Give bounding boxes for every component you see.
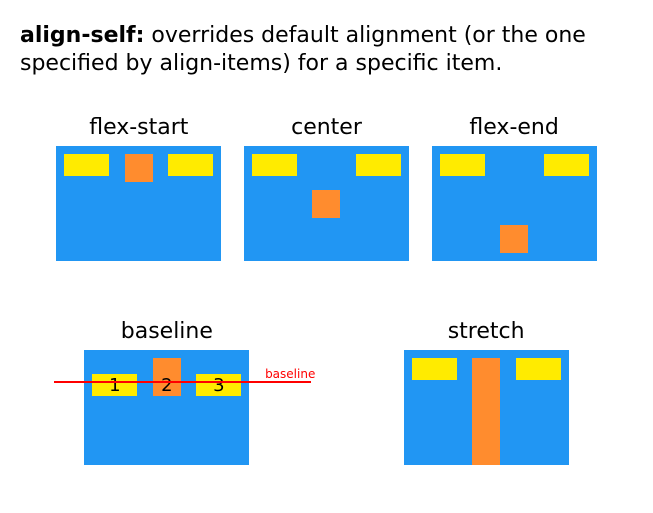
example-baseline: baseline 1 2 3 <box>84 319 249 465</box>
example-title-baseline: baseline <box>84 319 249 344</box>
flex-container <box>56 146 221 261</box>
flex-item <box>168 154 213 176</box>
flex-item-2-highlight: 2 <box>153 358 181 396</box>
headline-property: align-self: <box>20 23 144 48</box>
example-title-flex-start: flex-start <box>56 115 221 140</box>
flex-item <box>544 154 589 176</box>
example-title-center: center <box>244 115 409 140</box>
flex-item-highlight <box>312 190 340 218</box>
flex-container <box>432 146 597 261</box>
example-flex-start: flex-start <box>56 115 221 261</box>
flex-item <box>252 154 297 176</box>
flex-container <box>244 146 409 261</box>
flex-item-highlight <box>125 154 153 182</box>
example-stretch: stretch <box>404 319 569 465</box>
example-title-stretch: stretch <box>404 319 569 344</box>
example-flex-end: flex-end <box>432 115 597 261</box>
flex-item-3: 3 <box>196 374 241 396</box>
flex-item-highlight <box>500 225 528 253</box>
headline: align-self: overrides default alignment … <box>20 22 633 77</box>
flex-item <box>516 358 561 380</box>
flex-container: 1 2 3 <box>84 350 249 465</box>
flex-item-highlight <box>472 358 500 465</box>
baseline-line <box>54 381 311 383</box>
flex-container <box>404 350 569 465</box>
examples-row-2: baseline 1 2 3 stretch <box>20 319 633 465</box>
flex-item <box>440 154 485 176</box>
examples-grid: flex-start center flex-end <box>20 115 633 465</box>
flex-item <box>412 358 457 380</box>
example-title-flex-end: flex-end <box>432 115 597 140</box>
example-center: center <box>244 115 409 261</box>
examples-row-1: flex-start center flex-end <box>20 115 633 261</box>
flex-item <box>64 154 109 176</box>
flex-item-1: 1 <box>92 374 137 396</box>
flex-item <box>356 154 401 176</box>
